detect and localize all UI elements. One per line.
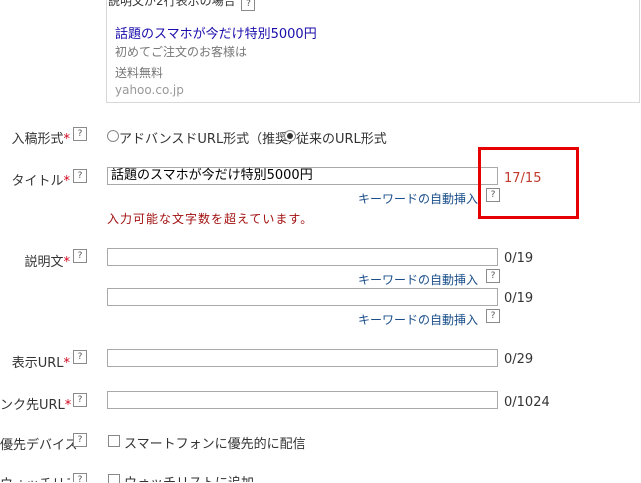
- title-keyword-insert-link[interactable]: キーワードの自動挿入: [358, 190, 478, 207]
- watchlist-checkbox-label[interactable]: ウォッチリストに追加: [124, 472, 254, 482]
- link-url-input[interactable]: [107, 391, 498, 409]
- help-icon[interactable]: ?: [73, 433, 87, 447]
- help-icon[interactable]: ?: [73, 350, 87, 364]
- smartphone-priority-checkbox[interactable]: [108, 435, 120, 447]
- title-error-message: 入力可能な文字数を超えています。: [107, 212, 314, 226]
- preview-display-url: yahoo.co.jp: [115, 83, 184, 97]
- help-icon[interactable]: ?: [73, 249, 87, 263]
- advanced-url-radio-label[interactable]: アドバンスドURL形式（推奨）: [119, 128, 301, 147]
- description-line1-keyword-insert-link[interactable]: キーワードの自動挿入: [358, 271, 478, 288]
- display-url-label: 表示URL*: [11, 356, 70, 371]
- preview-description-line2: 送料無料: [115, 66, 164, 80]
- help-icon[interactable]: ?: [73, 473, 87, 482]
- description-line2-count: 0/19: [504, 291, 534, 306]
- legacy-url-radio[interactable]: [284, 130, 296, 142]
- description-line1-count: 0/19: [504, 251, 534, 266]
- help-icon[interactable]: ?: [73, 169, 87, 183]
- title-label: タイトル*: [11, 174, 70, 189]
- description-line2-input[interactable]: [107, 288, 498, 306]
- watchlist-label: ウォッチリスト: [0, 473, 70, 482]
- smartphone-priority-checkbox-label[interactable]: スマートフォンに優先的に配信: [124, 433, 306, 452]
- description-label: 説明文*: [24, 255, 70, 270]
- preview-description-line1: 初めてご注文のお客様は: [115, 45, 248, 59]
- preview-ad-title: 話題のスマホが今だけ特別5000円: [115, 27, 317, 42]
- link-url-count: 0/1024: [504, 395, 550, 410]
- title-input[interactable]: 話題のスマホが今だけ特別5000円: [107, 167, 498, 185]
- legacy-url-radio-label[interactable]: 従来のURL形式: [296, 128, 387, 147]
- link-url-label: ンク先URL*: [0, 398, 72, 413]
- preview-caption: 説明文が2行表示の場合 ?: [108, 0, 256, 11]
- highlight-box: [478, 147, 579, 219]
- priority-device-label: 優先デバイス: [0, 438, 78, 453]
- help-icon[interactable]: ?: [486, 269, 500, 283]
- help-icon[interactable]: ?: [73, 393, 87, 407]
- description-line1-input[interactable]: [107, 248, 498, 266]
- help-icon[interactable]: ?: [486, 309, 500, 323]
- submission-format-label: 入稿形式*: [11, 132, 70, 147]
- help-icon[interactable]: ?: [73, 127, 87, 141]
- display-url-input[interactable]: [107, 349, 498, 367]
- help-icon[interactable]: ?: [241, 0, 256, 11]
- description-line2-keyword-insert-link[interactable]: キーワードの自動挿入: [358, 311, 478, 328]
- display-url-count: 0/29: [504, 352, 534, 367]
- advanced-url-radio[interactable]: [107, 130, 119, 142]
